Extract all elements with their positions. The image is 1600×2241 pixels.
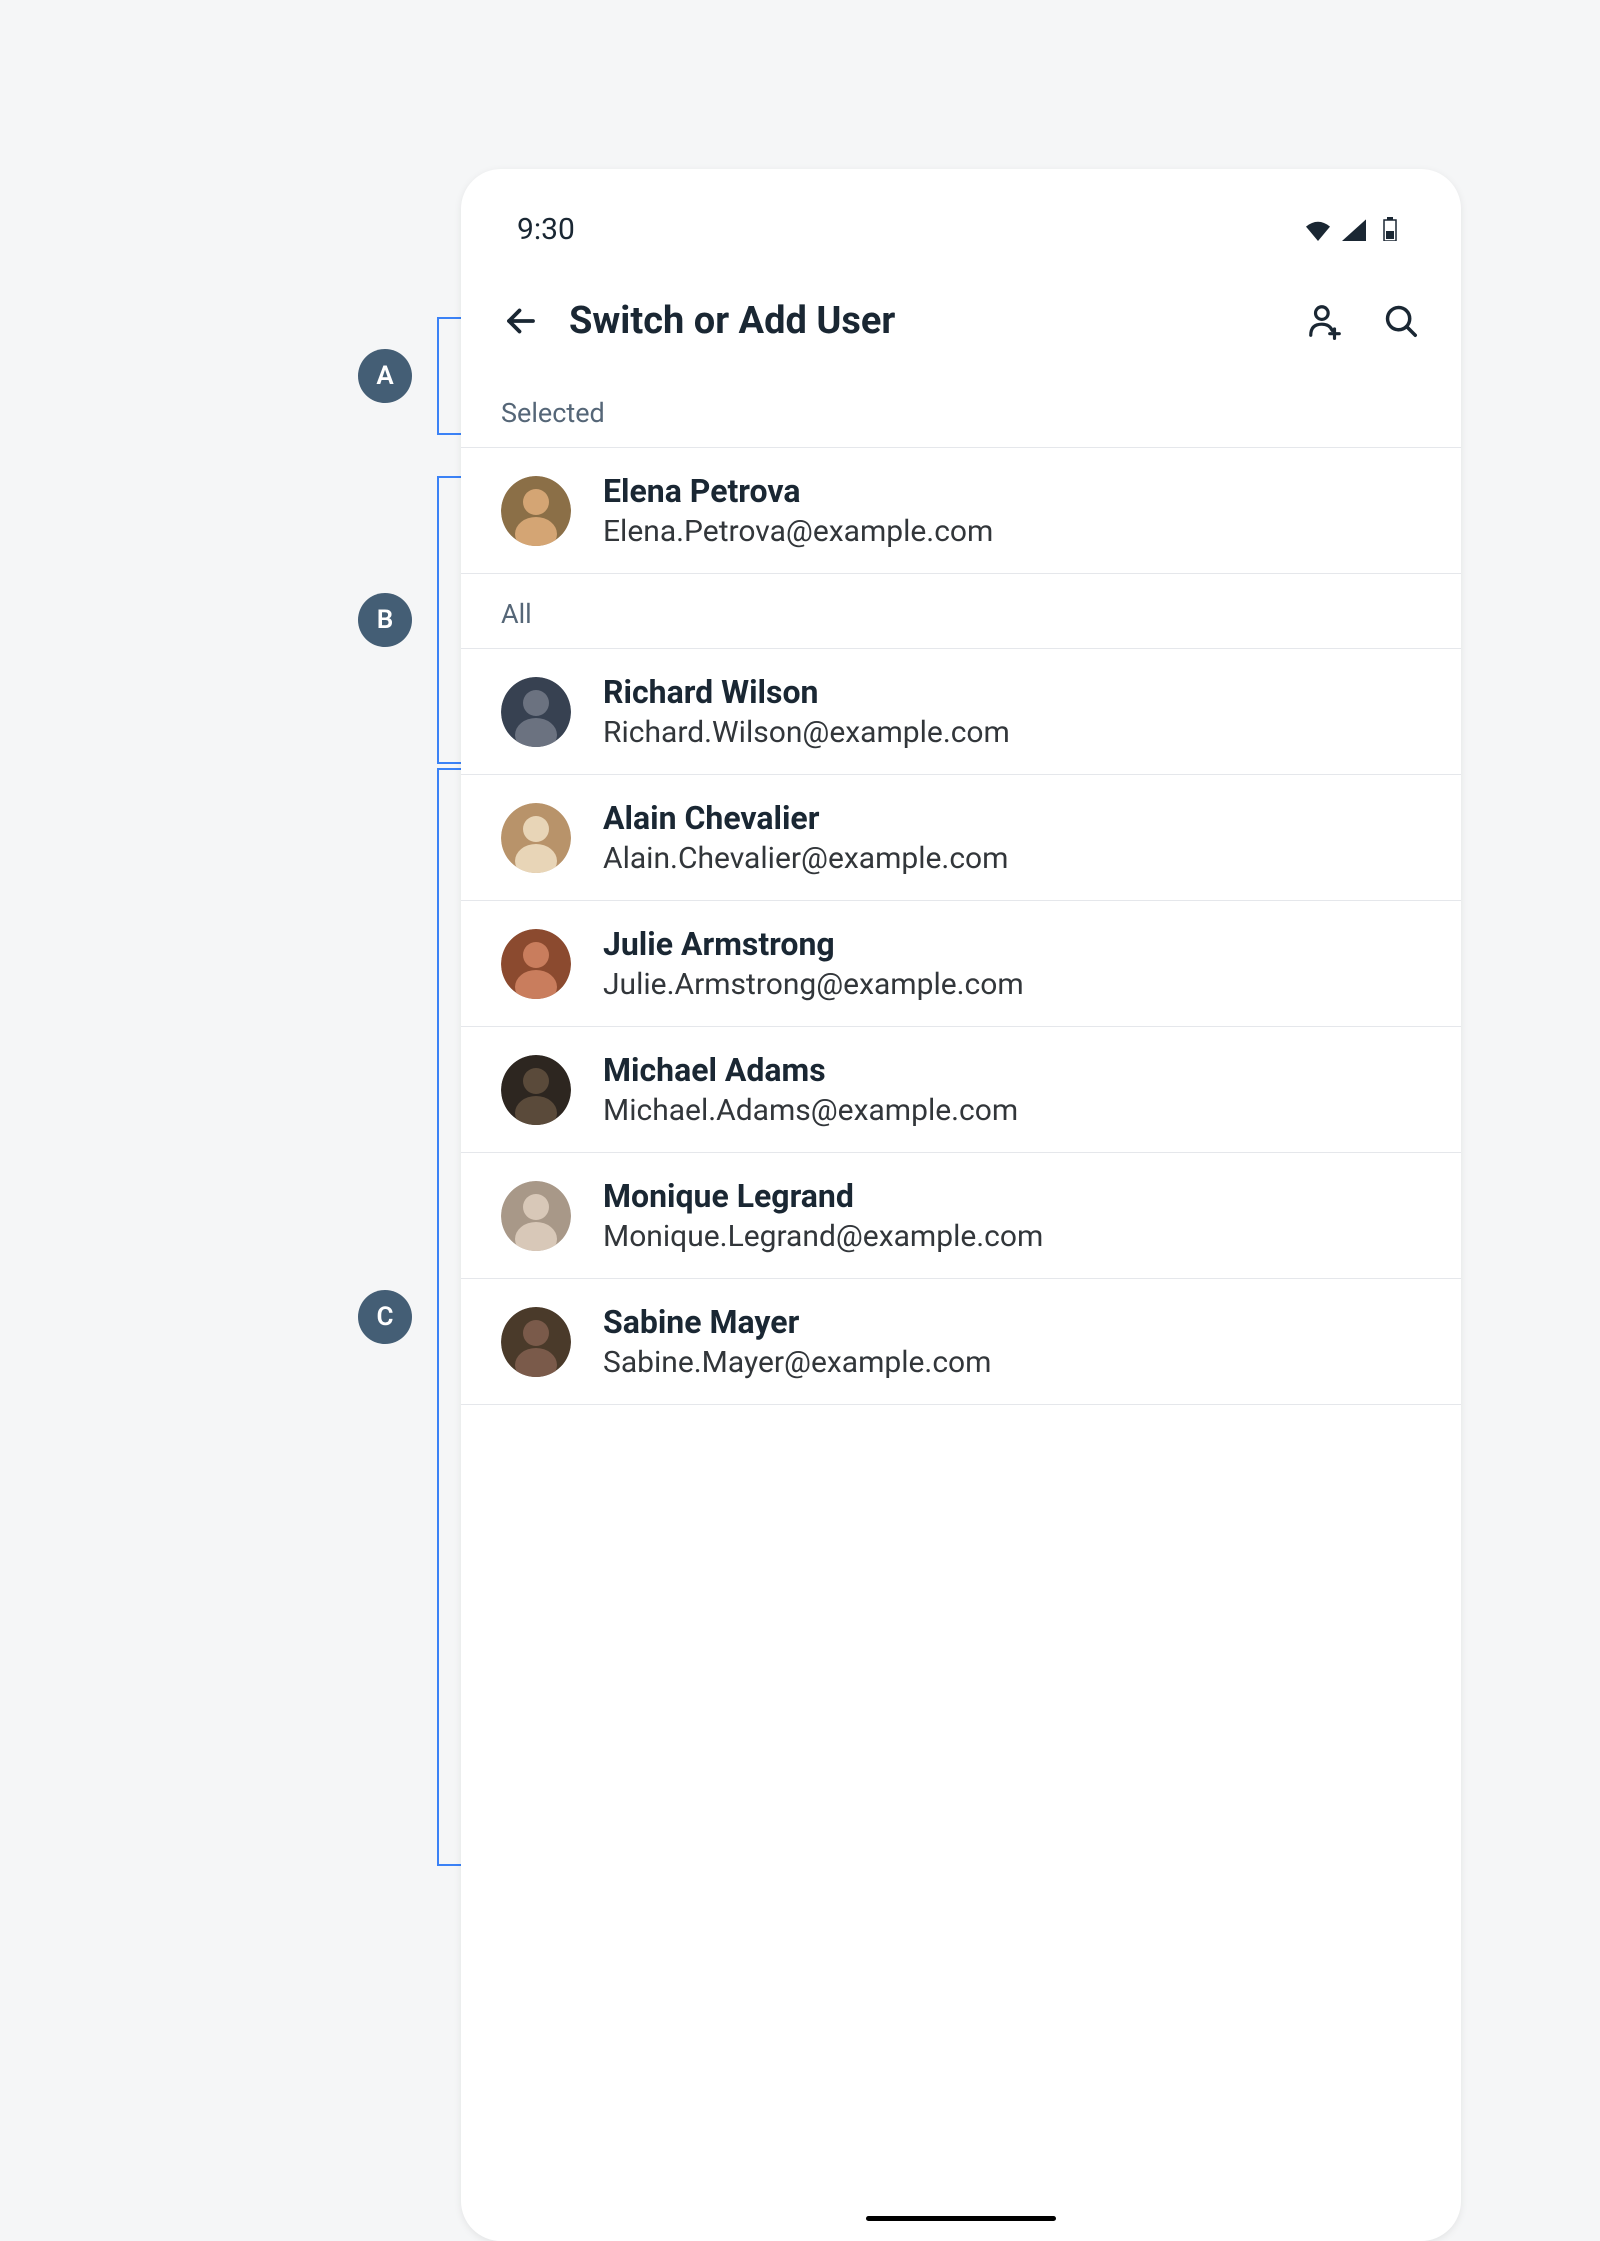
user-name: Julie Armstrong [603,925,1024,963]
user-email: Alain.Chevalier@example.com [603,841,1008,876]
user-name: Sabine Mayer [603,1303,991,1341]
all-users-list: Richard Wilson Richard.Wilson@example.com… [461,649,1461,1405]
user-list-item[interactable]: Sabine Mayer Sabine.Mayer@example.com [461,1279,1461,1405]
list-item-content: Elena Petrova Elena.Petrova@example.com [603,472,993,549]
user-list-item[interactable]: Monique Legrand Monique.Legrand@example.c… [461,1153,1461,1279]
app-bar-actions [1301,297,1425,345]
list-item-content: Richard Wilson Richard.Wilson@example.com [603,673,1010,750]
add-user-button[interactable] [1301,297,1349,345]
list-item-content: Monique Legrand Monique.Legrand@example.c… [603,1177,1043,1254]
wifi-icon [1303,217,1333,241]
avatar [501,1055,571,1125]
annotation-label-c: C [358,1290,412,1344]
avatar [501,929,571,999]
avatar [501,476,571,546]
annotation-label-a: A [358,349,412,403]
user-email: Elena.Petrova@example.com [603,514,993,549]
user-name: Elena Petrova [603,472,993,510]
phone-frame: 9:30 Switch or Add User [461,169,1461,2241]
search-icon [1382,302,1420,340]
signal-icon [1339,217,1369,241]
status-time: 9:30 [517,212,575,247]
user-list-item[interactable]: Julie Armstrong Julie.Armstrong@example.c… [461,901,1461,1027]
list-item-content: Julie Armstrong Julie.Armstrong@example.c… [603,925,1024,1002]
avatar [501,1307,571,1377]
selected-users-list: Elena Petrova Elena.Petrova@example.com [461,448,1461,574]
annotation-bracket-a [437,317,461,435]
search-button[interactable] [1377,297,1425,345]
user-email: Monique.Legrand@example.com [603,1219,1043,1254]
app-bar: Switch or Add User [461,269,1461,373]
status-icons [1303,217,1405,241]
user-list-item[interactable]: Michael Adams Michael.Adams@example.com [461,1027,1461,1153]
user-list-item[interactable]: Alain Chevalier Alain.Chevalier@example.c… [461,775,1461,901]
status-bar: 9:30 [461,169,1461,269]
user-email: Michael.Adams@example.com [603,1093,1018,1128]
home-indicator[interactable] [866,2216,1056,2221]
list-item-content: Michael Adams Michael.Adams@example.com [603,1051,1018,1128]
list-item-content: Sabine Mayer Sabine.Mayer@example.com [603,1303,991,1380]
user-name: Alain Chevalier [603,799,1008,837]
page-title: Switch or Add User [569,299,1277,343]
user-email: Richard.Wilson@example.com [603,715,1010,750]
user-list-item[interactable]: Richard Wilson Richard.Wilson@example.com [461,649,1461,775]
list-item-content: Alain Chevalier Alain.Chevalier@example.c… [603,799,1008,876]
user-email: Julie.Armstrong@example.com [603,967,1024,1002]
section-header-all: All [461,574,1461,649]
avatar [501,1181,571,1251]
avatar [501,677,571,747]
battery-icon [1375,217,1405,241]
user-name: Michael Adams [603,1051,1018,1089]
user-list-item[interactable]: Elena Petrova Elena.Petrova@example.com [461,448,1461,574]
section-header-selected: Selected [461,373,1461,448]
annotation-bracket-c [437,768,461,1866]
user-email: Sabine.Mayer@example.com [603,1345,991,1380]
avatar [501,803,571,873]
user-name: Richard Wilson [603,673,1010,711]
user-plus-icon [1306,302,1344,340]
back-button[interactable] [497,297,545,345]
arrow-left-icon [503,303,539,339]
annotation-label-b: B [358,593,412,647]
user-name: Monique Legrand [603,1177,1043,1215]
annotation-bracket-b [437,476,461,764]
